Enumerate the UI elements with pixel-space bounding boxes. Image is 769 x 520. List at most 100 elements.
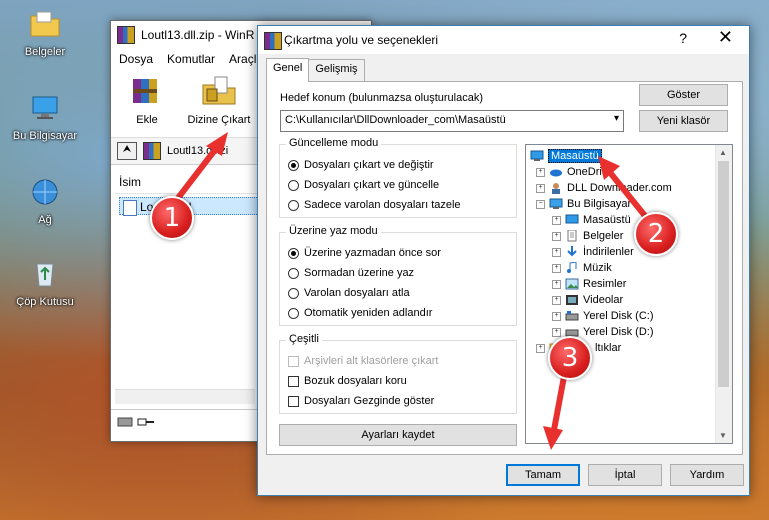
tree-item-pictures[interactable]: + Resimler: [552, 276, 626, 292]
expand-icon[interactable]: +: [536, 343, 545, 353]
scroll-up-icon[interactable]: ▲: [719, 148, 727, 157]
save-settings-button[interactable]: Ayarları kaydet: [279, 424, 517, 446]
help-icon[interactable]: ?: [679, 30, 687, 46]
expand-icon[interactable]: +: [552, 279, 561, 289]
radio-button[interactable]: [288, 199, 299, 211]
expand-icon[interactable]: +: [536, 183, 545, 193]
target-path-combobox[interactable]: C:\Kullanıcılar\DllDownloader_com\Masaüs…: [280, 110, 624, 132]
new-folder-button[interactable]: Yeni klasör: [639, 110, 728, 132]
extraction-dialog: Çıkartma yolu ve seçenekleri ? ✕ Genel G…: [257, 25, 750, 496]
archive-icon: [143, 142, 161, 160]
chevron-down-icon[interactable]: ▾: [614, 113, 619, 124]
music-icon: [567, 262, 577, 273]
misc-label: Çeşitli: [286, 333, 322, 345]
show-button[interactable]: Göster: [639, 84, 728, 106]
disk-icon: [565, 311, 579, 321]
dialog-titlebar: Çıkartma yolu ve seçenekleri ? ✕: [258, 26, 749, 54]
scroll-thumb[interactable]: [718, 161, 729, 387]
extract-to-button[interactable]: Dizine Çıkart: [183, 73, 255, 133]
add-button[interactable]: Ekle: [117, 73, 177, 133]
up-folder-button[interactable]: ⮝: [117, 142, 137, 160]
cancel-button[interactable]: İptal: [588, 464, 662, 486]
misc-option-subfolders: Arşivleri alt klasörlere çıkart: [288, 353, 438, 369]
tree-item-desktop[interactable]: + Masaüstü: [552, 212, 631, 228]
radio-button[interactable]: [288, 247, 299, 259]
expand-icon[interactable]: +: [552, 247, 561, 257]
ok-button[interactable]: Tamam: [506, 464, 580, 486]
checkbox[interactable]: [288, 395, 299, 407]
step-marker-3: 3: [548, 336, 592, 380]
tree-item-onedrive[interactable]: + OneDrive: [536, 164, 613, 180]
scroll-down-icon[interactable]: ▼: [719, 431, 727, 440]
help-button[interactable]: Yardım: [670, 464, 744, 486]
archive-path[interactable]: Loutl13.dll.zi: [167, 145, 228, 157]
misc-group: Çeşitli Arşivleri alt klasörlere çıkart …: [279, 333, 517, 414]
videos-icon: [566, 295, 578, 305]
radio-button[interactable]: [288, 179, 299, 191]
close-icon[interactable]: ✕: [718, 27, 733, 48]
archive-add-icon: [133, 79, 157, 103]
drive-icon: [117, 417, 133, 427]
expand-icon[interactable]: +: [552, 263, 561, 273]
onedrive-icon: [550, 169, 562, 177]
checkbox: [288, 355, 299, 367]
overwrite-option-ask[interactable]: Üzerine yazmadan önce sor: [288, 245, 441, 261]
dialog-tabs: Genel Gelişmiş: [266, 58, 365, 82]
extract-folder-icon: [202, 76, 236, 105]
winrar-title: Loutl13.dll.zip - WinR: [141, 28, 255, 42]
desktop-icon-belgeler[interactable]: Belgeler: [5, 8, 85, 58]
overwrite-option-skip[interactable]: Varolan dosyaları atla: [288, 285, 410, 301]
radio-button[interactable]: [288, 287, 299, 299]
overwrite-mode-group: Üzerine yaz modu Üzerine yazmadan önce s…: [279, 225, 517, 326]
tree-item-music[interactable]: + Müzik: [552, 260, 612, 276]
radio-button[interactable]: [288, 267, 299, 279]
tree-item-downloads[interactable]: + İndirilenler: [552, 244, 634, 260]
expand-icon[interactable]: +: [536, 167, 545, 177]
target-path-value: C:\Kullanıcılar\DllDownloader_com\Masaüs…: [285, 114, 506, 126]
desktop-icon-ag[interactable]: Ağ: [5, 176, 85, 226]
dialog-title: Çıkartma yolu ve seçenekleri: [284, 33, 439, 47]
expand-icon[interactable]: +: [552, 231, 561, 241]
winrar-app-icon: [117, 26, 135, 44]
radio-button[interactable]: [288, 159, 299, 171]
tree-item-disk-c[interactable]: + Yerel Disk (C:): [552, 308, 654, 324]
checkbox[interactable]: [288, 375, 299, 387]
folder-tree[interactable]: Masaüstü + OneDrive + DLL Downloader.com…: [525, 144, 733, 444]
tree-item-this-pc[interactable]: − Bu Bilgisayar: [536, 196, 631, 212]
menu-komutlar[interactable]: Komutlar: [167, 52, 215, 66]
desktop-icon-bu-bilgisayar[interactable]: Bu Bilgisayar: [5, 92, 85, 142]
list-header-name[interactable]: İsim: [115, 171, 259, 194]
documents-icon: [567, 230, 577, 242]
general-tab-pane: Hedef konum (bulunmazsa oluşturulacak) C…: [266, 81, 743, 455]
desktop-icon: [565, 214, 579, 224]
tree-item-videos[interactable]: + Videolar: [552, 292, 623, 308]
menu-dosya[interactable]: Dosya: [119, 52, 153, 66]
radio-button[interactable]: [288, 307, 299, 319]
overwrite-mode-label: Üzerine yaz modu: [286, 225, 381, 237]
misc-option-show-explorer[interactable]: Dosyaları Gezginde göster: [288, 393, 434, 409]
misc-option-keep-broken[interactable]: Bozuk dosyaları koru: [288, 373, 407, 389]
tree-item-documents[interactable]: + Belgeler: [552, 228, 623, 244]
expand-icon[interactable]: +: [552, 295, 561, 305]
collapse-icon[interactable]: −: [536, 199, 545, 209]
expand-icon[interactable]: +: [552, 215, 561, 225]
overwrite-option-rename[interactable]: Otomatik yeniden adlandır: [288, 305, 432, 321]
expand-icon[interactable]: +: [552, 311, 561, 321]
recycle-bin-icon: [36, 263, 54, 287]
tab-genel[interactable]: Genel: [266, 58, 310, 82]
tree-item-user[interactable]: + DLL Downloader.com: [536, 180, 672, 196]
downloads-icon: [567, 246, 577, 257]
step-marker-1: 1: [150, 196, 194, 240]
desktop-icon-cop-kutusu[interactable]: Çöp Kutusu: [5, 258, 85, 308]
tree-vertical-scrollbar[interactable]: ▲ ▼: [715, 145, 732, 443]
tree-item-desktop-root[interactable]: Masaüstü: [530, 148, 602, 164]
update-option-update[interactable]: Dosyaları çıkart ve güncelle: [288, 177, 439, 193]
update-option-refresh[interactable]: Sadece varolan dosyaları tazele: [288, 197, 461, 213]
folder-icon: [30, 11, 60, 37]
update-option-replace[interactable]: Dosyaları çıkart ve değiştir: [288, 157, 434, 173]
expand-icon[interactable]: +: [552, 327, 561, 337]
horizontal-scrollbar[interactable]: [115, 389, 255, 404]
tab-gelismis[interactable]: Gelişmiş: [308, 59, 365, 81]
overwrite-option-silent[interactable]: Sormadan üzerine yaz: [288, 265, 414, 281]
computer-icon: [32, 96, 58, 119]
